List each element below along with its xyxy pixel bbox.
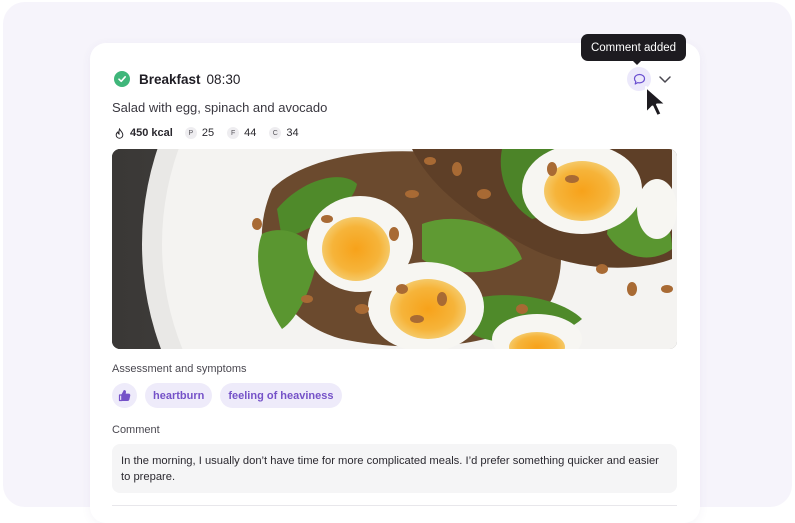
assessment-label: Assessment and symptoms [112, 363, 247, 375]
meal-name: Breakfast [139, 71, 201, 87]
comment-label: Comment [112, 424, 160, 436]
divider [112, 505, 677, 506]
meal-header: Breakfast 08:30 [114, 69, 240, 89]
meal-photo [112, 149, 677, 349]
flame-icon [114, 127, 125, 139]
protein-badge: P [184, 127, 197, 139]
meal-time: 08:30 [206, 71, 241, 87]
comment-text: In the morning, I usually don’t have tim… [112, 444, 677, 493]
carbs-value: 34 [286, 127, 299, 139]
fat-badge: F [227, 127, 240, 139]
tag-heartburn[interactable]: heartburn [145, 383, 213, 408]
speech-bubble-icon [633, 73, 646, 86]
tooltip-tail [632, 60, 642, 65]
meal-description: Salad with egg, spinach and avocado [112, 100, 328, 115]
thumbs-up-icon[interactable] [112, 383, 137, 408]
tag-feeling-of-heaviness[interactable]: feeling of heaviness [220, 383, 342, 408]
comment-added-tooltip: Comment added [581, 34, 686, 61]
assessment-tags: heartburn feeling of heaviness [112, 383, 350, 408]
carbs-badge: C [269, 127, 282, 139]
nutrition-row: 450 kcal P 25 F 44 C 34 [114, 125, 312, 141]
protein-value: 25 [201, 127, 215, 139]
mouse-pointer-icon [642, 85, 674, 123]
fat-value: 44 [244, 127, 257, 139]
kcal-value: 450 kcal [130, 127, 173, 139]
check-circle-icon [114, 71, 130, 87]
